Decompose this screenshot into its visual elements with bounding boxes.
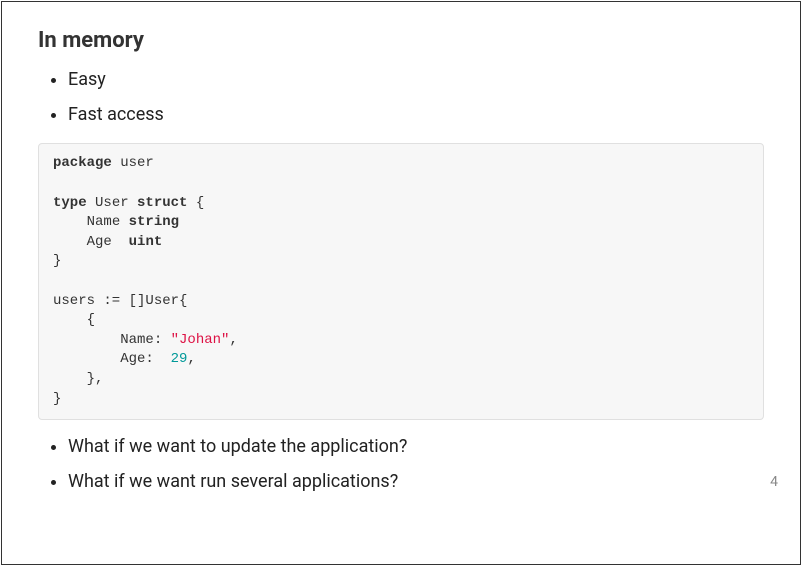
bullet-list-bottom: What if we want to update the applicatio…	[38, 434, 764, 494]
code-text: Age:	[53, 351, 171, 367]
code-string: "Johan"	[171, 332, 230, 348]
bullet-list-top: Easy Fast access	[38, 67, 764, 127]
code-number: 29	[171, 351, 188, 367]
code-text: User	[95, 195, 129, 211]
bullet-item: Easy	[68, 67, 764, 92]
code-text: user	[120, 155, 154, 171]
code-text: },	[53, 371, 103, 387]
bullet-item: What if we want run several applications…	[68, 469, 764, 494]
code-keyword: uint	[129, 234, 163, 250]
code-keyword: struct	[137, 195, 187, 211]
slide: In memory Easy Fast access package user …	[1, 1, 801, 565]
code-keyword: package	[53, 155, 112, 171]
code-text: ,	[229, 332, 237, 348]
bullet-item: What if we want to update the applicatio…	[68, 434, 764, 459]
code-text: Name:	[53, 332, 171, 348]
code-text: }	[53, 253, 61, 269]
code-keyword: type	[53, 195, 87, 211]
code-text: {	[187, 195, 204, 211]
code-text: }	[53, 391, 61, 407]
code-text: Name	[87, 214, 121, 230]
code-text: {	[53, 312, 95, 328]
bullet-item: Fast access	[68, 102, 764, 127]
code-block: package user type User struct { Name str…	[38, 143, 764, 420]
page-title: In memory	[38, 28, 764, 53]
code-keyword: string	[129, 214, 179, 230]
code-text: users := []User{	[53, 293, 187, 309]
code-text: ,	[187, 351, 195, 367]
page-number: 4	[770, 474, 778, 490]
code-text: Age	[87, 234, 112, 250]
